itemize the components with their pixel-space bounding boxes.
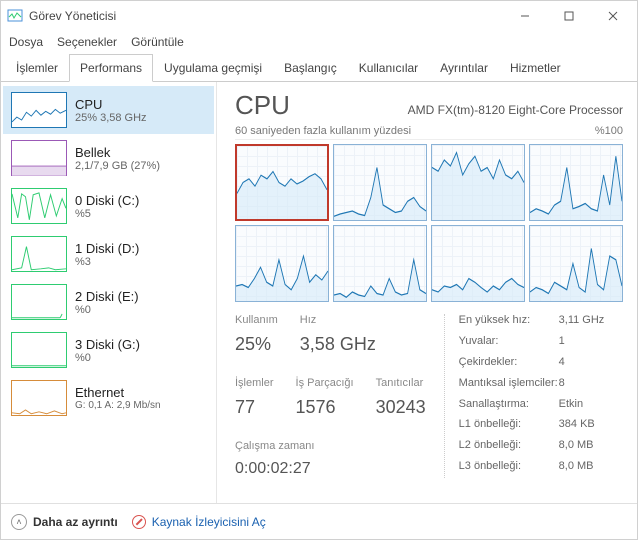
- tab-performance[interactable]: Performans: [69, 54, 153, 82]
- page-title: CPU: [235, 90, 290, 121]
- sidebar-item-disk1[interactable]: 1 Diski (D:)%3: [3, 230, 214, 278]
- sidebar-sub: 25% 3,58 GHz: [75, 112, 147, 124]
- stat-procs: 77: [235, 397, 274, 418]
- memory-thumb: [11, 140, 67, 176]
- core-chart-0[interactable]: [235, 144, 329, 221]
- tab-startup[interactable]: Başlangıç: [273, 54, 348, 82]
- window-title: Görev Yöneticisi: [29, 9, 503, 23]
- sidebar-item-disk0[interactable]: 0 Diski (C:)%5: [3, 182, 214, 230]
- close-button[interactable]: [591, 2, 635, 30]
- stat-speed: 3,58 GHz: [300, 334, 376, 355]
- fewer-details-button[interactable]: ˄ Daha az ayrıntı: [11, 514, 118, 530]
- main-panel: CPU AMD FX(tm)-8120 Eight-Core Processor…: [217, 82, 637, 503]
- tab-services[interactable]: Hizmetler: [499, 54, 572, 82]
- chevron-up-icon: ˄: [11, 514, 27, 530]
- cpu-properties: En yüksek hız:3,11 GHz Yuvalar:1 Çekirde…: [444, 314, 609, 478]
- sidebar: CPU25% 3,58 GHz Bellek2,1/7,9 GB (27%) 0…: [1, 82, 217, 503]
- menu-view[interactable]: Görüntüle: [131, 35, 184, 49]
- menu-file[interactable]: Dosya: [9, 35, 43, 49]
- tab-processes[interactable]: İşlemler: [5, 54, 69, 82]
- chart-label: 60 saniyeden fazla kullanım yüzdesi: [235, 125, 411, 137]
- core-chart-5[interactable]: [333, 225, 427, 302]
- menu-options[interactable]: Seçenekler: [57, 35, 117, 49]
- monitor-icon: [132, 515, 146, 529]
- core-chart-3[interactable]: [529, 144, 623, 221]
- core-chart-7[interactable]: [529, 225, 623, 302]
- tab-app-history[interactable]: Uygulama geçmişi: [153, 54, 273, 82]
- app-icon: [7, 8, 23, 24]
- sidebar-item-ethernet[interactable]: EthernetG: 0,1 A: 2,9 Mb/sn: [3, 374, 214, 422]
- stat-threads: 1576: [296, 397, 354, 418]
- sidebar-item-cpu[interactable]: CPU25% 3,58 GHz: [3, 86, 214, 134]
- sidebar-item-disk3[interactable]: 3 Diski (G:)%0: [3, 326, 214, 374]
- minimize-button[interactable]: [503, 2, 547, 30]
- tab-bar: İşlemler Performans Uygulama geçmişi Baş…: [1, 53, 637, 82]
- tab-users[interactable]: Kullanıcılar: [348, 54, 429, 82]
- disk-thumb: [11, 188, 67, 224]
- sidebar-item-memory[interactable]: Bellek2,1/7,9 GB (27%): [3, 134, 214, 182]
- stat-handles: 30243: [376, 397, 426, 418]
- menubar: Dosya Seçenekler Görüntüle: [1, 31, 637, 53]
- core-chart-2[interactable]: [431, 144, 525, 221]
- footer: ˄ Daha az ayrıntı Kaynak İzleyicisini Aç: [1, 503, 637, 539]
- chart-max: %100: [595, 125, 623, 137]
- stat-usage: 25%: [235, 334, 278, 355]
- tab-details[interactable]: Ayrıntılar: [429, 54, 499, 82]
- cpu-thumb: [11, 92, 67, 128]
- stat-uptime: 0:00:02:27: [235, 460, 426, 478]
- core-chart-1[interactable]: [333, 144, 427, 221]
- titlebar: Görev Yöneticisi: [1, 1, 637, 31]
- sidebar-item-disk2[interactable]: 2 Diski (E:)%0: [3, 278, 214, 326]
- cpu-name: AMD FX(tm)-8120 Eight-Core Processor: [408, 103, 623, 117]
- resource-monitor-button[interactable]: Kaynak İzleyicisini Aç: [132, 515, 266, 529]
- maximize-button[interactable]: [547, 2, 591, 30]
- core-chart-6[interactable]: [431, 225, 525, 302]
- core-chart-4[interactable]: [235, 225, 329, 302]
- sidebar-label: CPU: [75, 97, 147, 112]
- core-grid: [235, 144, 623, 302]
